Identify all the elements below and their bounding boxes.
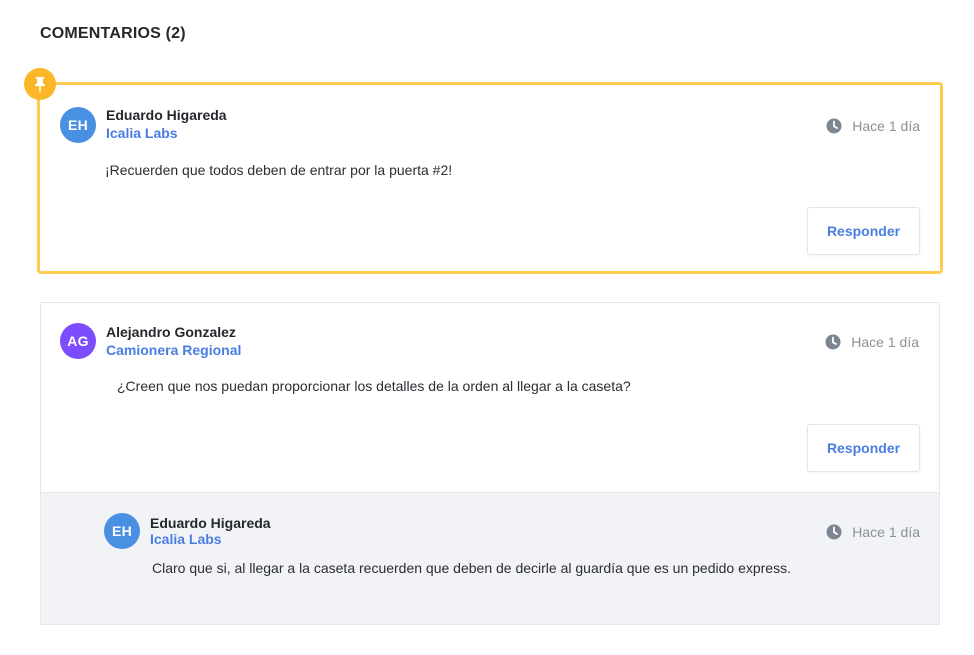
comment-author: Alejandro Gonzalez	[106, 324, 236, 340]
avatar: EH	[104, 513, 140, 549]
reply-company-link[interactable]: Icalia Labs	[150, 531, 222, 547]
avatar: AG	[60, 323, 96, 359]
comment-company-link[interactable]: Icalia Labs	[106, 125, 178, 141]
comment-thread: AG Alejandro Gonzalez Camionera Regional…	[40, 302, 940, 625]
comment-timestamp: Hace 1 día	[825, 334, 919, 350]
timestamp-label: Hace 1 día	[852, 118, 920, 134]
reply-text: Claro que si, al llegar a la caseta recu…	[152, 560, 791, 576]
clock-icon	[826, 118, 842, 134]
comment-company-link[interactable]: Camionera Regional	[106, 342, 241, 358]
avatar: EH	[60, 107, 96, 143]
reply-author: Eduardo Higareda	[150, 515, 271, 531]
pin-icon	[24, 68, 56, 100]
pinned-comment: EH Eduardo Higareda Icalia Labs Hace 1 d…	[37, 82, 943, 274]
comment-timestamp: Hace 1 día	[826, 118, 920, 134]
reply-timestamp: Hace 1 día	[826, 524, 920, 540]
reply-button[interactable]: Responder	[807, 424, 920, 472]
section-title: COMENTARIOS (2)	[40, 25, 186, 42]
comment-text: ¡Recuerden que todos deben de entrar por…	[105, 162, 453, 178]
timestamp-label: Hace 1 día	[852, 524, 920, 540]
reply-area: EH Eduardo Higareda Icalia Labs Hace 1 d…	[41, 492, 939, 624]
timestamp-label: Hace 1 día	[851, 334, 919, 350]
clock-icon	[826, 524, 842, 540]
reply-button[interactable]: Responder	[807, 207, 920, 255]
comment-author: Eduardo Higareda	[106, 107, 227, 123]
comment-text: ¿Creen que nos puedan proporcionar los d…	[117, 378, 631, 394]
clock-icon	[825, 334, 841, 350]
